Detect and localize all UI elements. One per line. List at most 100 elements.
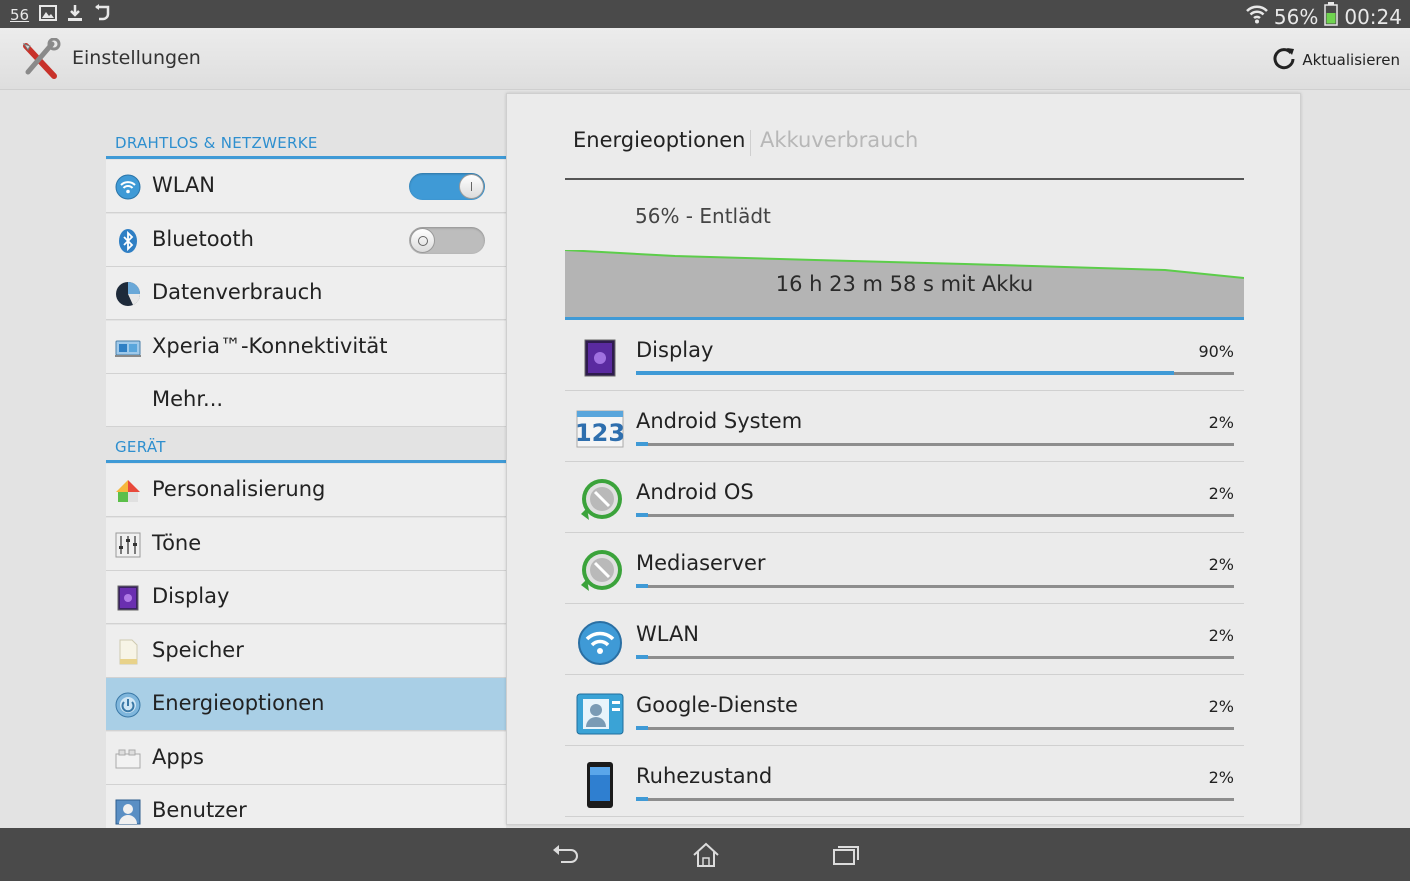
menu-item-users[interactable]: Benutzer [106,785,506,828]
settings-menu: DRAHTLOS & NETZWERKE WLAN Bluetooth Date… [106,90,506,828]
power-icon [115,692,141,718]
usage-percent: 2% [1208,413,1234,432]
display-icon [115,585,141,611]
usage-name: WLAN [636,622,700,646]
battery-status: 56% - Entlädt [635,204,771,228]
usage-bar-fill [636,371,1174,375]
usage-bar-fill [636,655,648,659]
menu-item-storage[interactable]: Speicher [106,625,506,678]
menu-item-sounds[interactable]: Töne [106,518,506,571]
menu-item-data-usage[interactable]: Datenverbrauch [106,267,506,320]
back-icon[interactable] [551,842,581,868]
usage-name: Android OS [636,480,754,504]
menu-item-label: Personalisierung [152,477,326,501]
section-header-device: GERÄT [106,433,506,463]
usage-row-wlan[interactable]: WLAN 2% [565,604,1244,675]
usage-row-android-system[interactable]: 123 Android System 2% [565,391,1244,462]
tab-battery-usage[interactable]: Akkuverbrauch [760,128,918,152]
menu-item-label: WLAN [152,173,216,197]
menu-item-xperia-connectivity[interactable]: Xperia™-Konnektivität [106,321,506,374]
tab-bar: Energieoptionen Akkuverbrauch [565,124,1244,180]
home-icon[interactable] [691,842,721,868]
svg-text:123: 123 [575,419,625,447]
menu-item-apps[interactable]: Apps [106,732,506,785]
usage-percent: 2% [1208,555,1234,574]
usage-name: Mediaserver [636,551,766,575]
menu-item-label: Apps [152,745,204,769]
apps-icon [115,746,141,772]
toggle-knob[interactable] [459,174,484,199]
android-os-icon [575,476,625,526]
clock: 00:24 [1344,4,1402,29]
menu-item-label: Speicher [152,638,244,662]
usage-row-mediaserver[interactable]: Mediaserver 2% [565,533,1244,604]
section-header-label: DRAHTLOS & NETZWERKE [115,134,318,152]
section-header-wireless: DRAHTLOS & NETZWERKE [106,129,506,159]
usage-bar-fill [636,442,648,446]
connectivity-icon [115,335,141,361]
usage-percent: 2% [1208,697,1234,716]
menu-item-power-options[interactable]: Energieoptionen [106,678,506,731]
download-icon [67,4,83,26]
menu-item-label: Energieoptionen [152,691,325,715]
section-header-label: GERÄT [115,438,166,456]
menu-item-label: Display [152,584,230,608]
usage-row-google-services[interactable]: Google-Dienste 2% [565,675,1244,746]
recent-apps-icon[interactable] [831,842,861,868]
display-icon [575,334,625,384]
usage-name: Google-Dienste [636,693,798,717]
status-bar-right: 56% 00:24 [1246,2,1402,31]
usage-percent: 90% [1198,342,1234,361]
usage-bar [636,371,1234,375]
menu-item-wlan[interactable]: WLAN [106,160,506,213]
usage-row-display[interactable]: Display 90% [565,320,1244,391]
menu-item-more[interactable]: Mehr... [106,374,506,427]
refresh-button[interactable]: Aktualisieren [1272,46,1400,74]
wifi-icon [1246,4,1268,29]
google-services-icon [575,689,625,739]
battery-time-label: 16 h 23 m 58 s mit Akku [775,272,1034,296]
usage-row-idle[interactable]: Ruhezustand 2% [565,746,1244,817]
usage-bar [636,513,1234,517]
tab-divider [750,130,751,156]
menu-item-label: Töne [152,531,202,555]
usage-bar [636,655,1234,659]
usage-bar [636,797,1234,801]
menu-item-label: Xperia™-Konnektivität [152,334,388,358]
toggle-knob[interactable] [410,228,435,253]
menu-item-label: Mehr... [152,387,224,411]
battery-icon [1324,2,1339,31]
refresh-icon [1272,46,1296,74]
bluetooth-toggle[interactable] [409,227,485,254]
status-bar-left: 56 [10,4,111,26]
usage-row-android-os[interactable]: Android OS 2% [565,462,1244,533]
app-title: Einstellungen [72,47,201,69]
menu-item-personalization[interactable]: Personalisierung [106,464,506,517]
menu-item-display[interactable]: Display [106,571,506,624]
usage-name: Display [636,338,714,362]
bluetooth-icon [115,228,141,254]
storage-icon [115,639,141,665]
sync-icon [93,4,111,26]
tab-power-options[interactable]: Energieoptionen [573,128,745,152]
wifi-icon [115,174,141,200]
wlan-toggle[interactable] [409,173,485,200]
gallery-icon [39,5,58,25]
usage-bar [636,584,1234,588]
mediaserver-icon [575,547,625,597]
usage-bar-fill [636,797,648,801]
battery-graph[interactable]: 16 h 23 m 58 s mit Akku [565,250,1244,320]
android-system-icon: 123 [575,405,625,455]
usage-bar [636,726,1234,730]
phone-idle-icon [575,760,625,810]
usage-percent: 2% [1208,626,1234,645]
settings-tools-icon[interactable] [18,37,62,82]
battery-panel: Energieoptionen Akkuverbrauch 56% - Entl… [506,93,1301,825]
usage-name: Ruhezustand [636,764,773,788]
menu-item-bluetooth[interactable]: Bluetooth [106,214,506,267]
usage-percent: 2% [1208,768,1234,787]
refresh-label: Aktualisieren [1302,51,1400,69]
battery-percent: 56% [1273,4,1319,29]
sound-icon [115,532,141,558]
usage-bar [636,442,1234,446]
